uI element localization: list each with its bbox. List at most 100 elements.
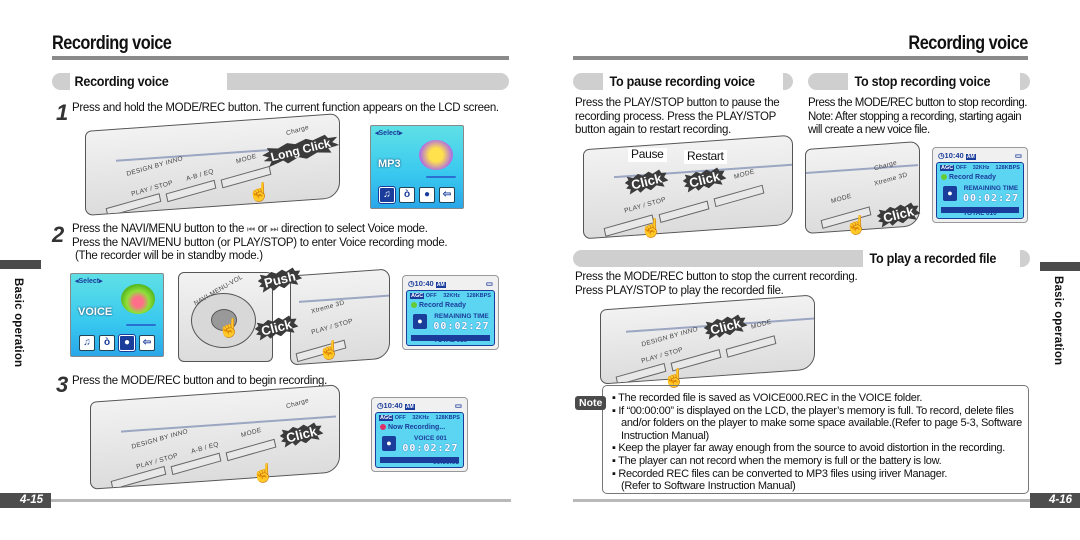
left-page-title: Recording voice [52, 33, 172, 54]
step-2-line-2: Press the NAVI/MENU button (or PLAY/STOP… [72, 236, 448, 249]
mode-button [713, 184, 765, 208]
mode-label: MODE [235, 152, 258, 166]
battery-icon: ▭ [485, 279, 493, 288]
page-number-right: 4-16 [1030, 493, 1080, 508]
section-bar-cap [783, 73, 793, 90]
selection-underbar [426, 176, 456, 178]
lcd-top-bar: ◷10:40 AM ▭ [938, 151, 1022, 161]
clock: ◷10:40 AM [938, 151, 976, 160]
clock: ◷10:40 AM [408, 279, 446, 288]
step-2-or: or [257, 223, 268, 235]
remaining-label: REMAINING TIME [963, 185, 1019, 192]
step-2-line-1: Press the NAVI/MENU button to the ⏮ or ⏭… [72, 223, 512, 237]
pause-text: Press the PLAY/STOP button to pause the … [575, 97, 780, 136]
step-2-line-1b: direction to select Voice mode. [280, 223, 428, 235]
total-count: TOTAL 010 [433, 337, 468, 344]
note-item: ▪ The player can not record when the mem… [612, 454, 942, 467]
remaining-time: 00:02:27 [402, 443, 459, 454]
lcd-settings-row: AGC OFF 32KHz 128KBPS [940, 165, 1020, 171]
device-brand-label: Xtreme 3D [310, 299, 346, 316]
ab-eq-button [165, 179, 217, 203]
navi-closeup-illustration: NAVI-MENU-VOL [178, 272, 273, 362]
side-label-right: Basic operation [1052, 276, 1064, 366]
microphone-icon: ● [413, 314, 427, 329]
note-item: ▪ The recorded file is saved as VOICE000… [612, 392, 923, 404]
remaining-label: REMAINING TIME [434, 313, 489, 320]
lcd-mode-icons: ♫ ò ● ⇦ [71, 334, 163, 352]
device-brand-label: DESIGN BY INNO [130, 428, 189, 451]
select-indicator: ◂Select▸ [75, 278, 103, 285]
pause-section-heading: To pause recording voice [573, 73, 793, 90]
section-heading-label: Recording voice [70, 73, 173, 90]
total-count: TOTAL 010 [963, 210, 997, 217]
microphone-icon: ● [382, 436, 396, 451]
elapsed-time: 00:00:05 [432, 459, 459, 466]
lcd-menu-voice: ◂Select▸ VOICE ♫ ò ● ⇦ [70, 273, 164, 357]
play-text: Press the MODE/REC button to stop the cu… [575, 271, 858, 298]
lcd-record-ready: ◷10:40 AM ▭ AGC OFF 32KHz 128KBPS Record… [402, 275, 499, 350]
pause-callout-label: Pause [628, 147, 667, 162]
lcd-mode-label: MP3 [378, 158, 401, 170]
mode-button [725, 335, 777, 358]
record-status: Record Ready [941, 174, 996, 181]
note-item: ▪ If “00:00:00” is displayed on the LCD,… [612, 404, 1022, 442]
radio-icon: ò [99, 335, 115, 351]
play-line-1: Press the MODE/REC button to stop the cu… [575, 271, 858, 283]
play-stop-label: PLAY / STOP [623, 196, 667, 215]
back-arrow-icon: ⇦ [139, 335, 155, 351]
step-number-3: 3 [56, 372, 69, 397]
section-bar-cap [1020, 73, 1030, 90]
side-label-left: Basic operation [12, 278, 24, 368]
lcd-menu-mp3: ◂Select▸ MP3 ♫ ò ● ⇦ [370, 125, 464, 209]
charge-label: Charge [873, 159, 898, 173]
mode-label: MODE [830, 192, 853, 206]
step-2-line-3: (The recorder will be in standby mode.) [75, 250, 263, 262]
remaining-time: 00:02:27 [963, 193, 1020, 204]
battery-icon: ▭ [1014, 151, 1022, 160]
mode-label: MODE [750, 318, 773, 331]
lcd-top-bar: ◷10:40 AM ▭ [408, 279, 493, 289]
prev-track-icon: ⏮ [246, 224, 255, 234]
section-bar-cap [1020, 250, 1030, 267]
status-dot [380, 424, 386, 430]
right-title-rule [573, 56, 1028, 60]
side-tab-marker-left [0, 260, 41, 269]
record-status: Record Ready [411, 302, 466, 309]
microphone-icon: ● [943, 186, 957, 201]
ab-eq-button [170, 452, 222, 476]
music-icon: ♫ [378, 186, 396, 204]
music-icon: ♫ [79, 335, 95, 351]
play-stop-button [615, 362, 667, 385]
clock: ◷10:40 AM [377, 401, 415, 410]
section-heading-label: To pause recording voice [605, 73, 760, 90]
remaining-time: 00:02:27 [433, 321, 490, 332]
mode-label: MODE [240, 426, 263, 440]
radio-icon: ò [399, 187, 415, 203]
section-heading-label: To stop recording voice [850, 73, 995, 90]
select-indicator: ◂Select▸ [375, 130, 403, 137]
step-2-text: Press the NAVI/MENU button to the ⏮ or ⏭… [72, 223, 512, 264]
battery-icon: ▭ [454, 401, 462, 410]
step-3-text: Press the MODE/REC button and to begin r… [72, 375, 328, 387]
stop-section-heading: To stop recording voice [808, 73, 1030, 90]
back-arrow-icon: ⇦ [439, 187, 455, 203]
footer-rule-right [573, 499, 1030, 502]
ab-eq-button [658, 200, 710, 224]
section-bar [573, 250, 863, 267]
singing-face-icon [121, 284, 155, 314]
pointing-hand-icon: ☝ [845, 215, 868, 235]
microphone-icon: ● [118, 334, 136, 352]
restart-callout-label: Restart [684, 149, 727, 164]
note-list: ▪ The recorded file is saved as VOICE000… [612, 392, 1024, 493]
play-line-2: Press PLAY/STOP to play the recorded fil… [575, 284, 784, 297]
section-heading-label: To play a recorded file [865, 250, 1001, 267]
selection-underbar [126, 324, 156, 326]
lcd-record-ready-stop: ◷10:40 AM ▭ AGC OFF 32KHz 128KBPS Record… [932, 147, 1028, 223]
step-1-text: Press and hold the MODE/REC button. The … [72, 102, 499, 114]
lcd-mode-label: VOICE [78, 306, 113, 318]
next-track-icon: ⏭ [270, 224, 279, 234]
device-illustration-step1: DESIGN BY INNO PLAY / STOP A-B / EQ MODE… [85, 113, 340, 216]
charge-label: Charge [285, 397, 310, 411]
mode-button [225, 438, 277, 462]
record-status: Now Recording... [380, 424, 445, 431]
